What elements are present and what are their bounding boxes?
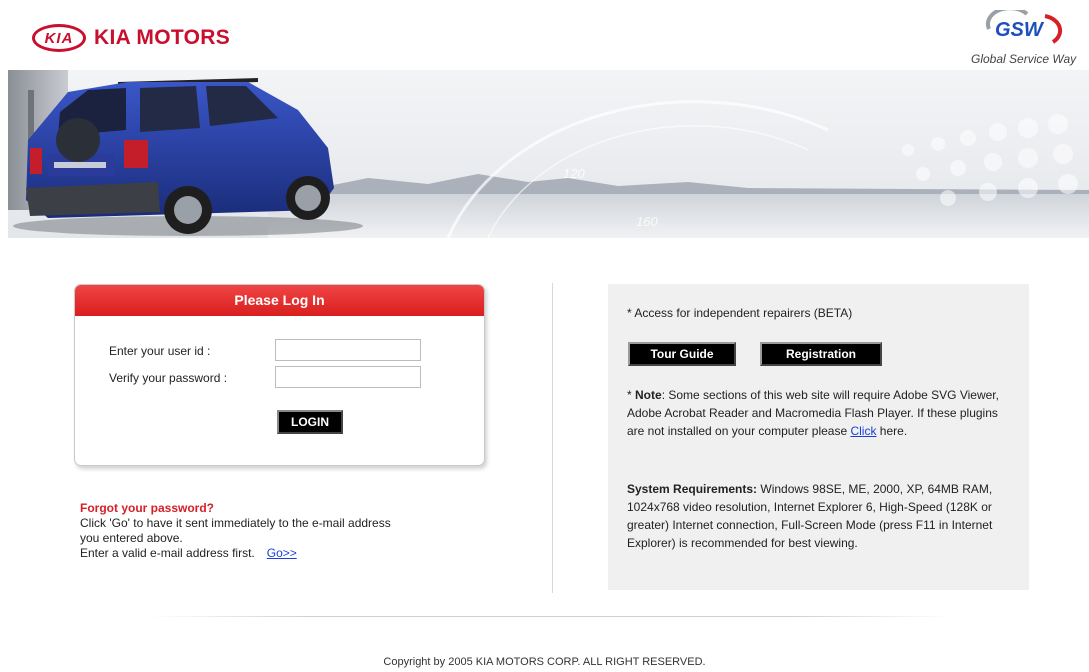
kia-motors-logo: KIA KIA MOTORS <box>32 24 230 52</box>
forgot-line-2: you entered above. <box>80 531 183 545</box>
gsw-label: Global Service Way <box>971 52 1077 66</box>
kia-oval-logo-icon: KIA <box>32 24 86 52</box>
gsw-mark-text: GSW <box>995 19 1045 41</box>
forgot-password-title: Forgot your password? <box>80 501 215 515</box>
kia-sportage-car-image: 120 160 <box>8 70 1089 238</box>
gsw-logo: GSW Global Service Way <box>969 8 1089 68</box>
note-prefix: * <box>627 388 636 402</box>
note-text: : Some sections of this web site will re… <box>627 388 999 438</box>
svg-text:120: 120 <box>563 166 585 181</box>
userid-label: Enter your user id : <box>109 344 211 358</box>
access-text: * Access for independent repairers (BETA… <box>627 306 853 320</box>
banner-image: 120 160 <box>8 70 1089 238</box>
copyright-text: Copyright by 2005 KIA MOTORS CORP. ALL R… <box>383 656 706 668</box>
sysreq-bold: System Requirements: <box>627 482 758 496</box>
note-bold: Note <box>635 388 662 402</box>
login-panel: Please Log In Enter your user id : Verif… <box>74 284 485 466</box>
info-panel: * Access for independent repairers (BETA… <box>608 284 1029 590</box>
go-link[interactable]: Go>> <box>267 546 297 560</box>
registration-button[interactable]: Registration <box>760 342 882 366</box>
login-button[interactable]: LOGIN <box>277 410 343 434</box>
click-here-link[interactable]: Click <box>850 424 876 438</box>
tour-guide-button[interactable]: Tour Guide <box>628 342 736 366</box>
gsw-logo-icon: GSW <box>985 10 1063 44</box>
footer-divider <box>150 616 950 617</box>
login-title: Please Log In <box>75 285 484 316</box>
password-label: Verify your password : <box>109 371 228 385</box>
kia-motors-logo-text: KIA MOTORS <box>94 26 231 49</box>
plugin-note: * Note: Some sections of this web site w… <box>627 386 1017 440</box>
svg-text:160: 160 <box>636 214 658 229</box>
system-requirements: System Requirements: Windows 98SE, ME, 2… <box>627 480 1022 552</box>
forgot-password-section: Forgot your password? Click 'Go' to have… <box>80 501 391 561</box>
vertical-divider <box>552 283 553 593</box>
note-suffix: here. <box>876 424 908 438</box>
password-input[interactable] <box>275 366 421 388</box>
forgot-line-1: Click 'Go' to have it sent immediately t… <box>80 516 391 530</box>
userid-input[interactable] <box>275 339 421 361</box>
forgot-line-3: Enter a valid e-mail address first. <box>80 546 255 560</box>
